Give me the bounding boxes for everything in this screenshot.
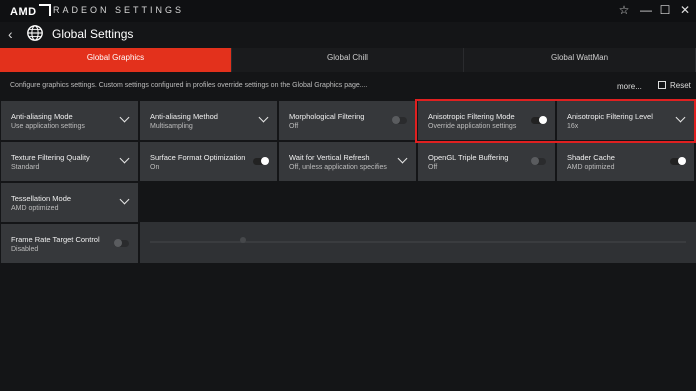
chevron-down-icon[interactable] — [397, 153, 408, 164]
reset-label: Reset — [670, 81, 691, 90]
frame-rate-slider[interactable] — [150, 241, 686, 243]
setting-label: Anti-aliasing Method — [150, 112, 218, 121]
setting-value: AMD optimized — [567, 164, 615, 171]
toggle-switch[interactable] — [253, 157, 269, 165]
setting-shader-cache[interactable]: Shader Cache AMD optimized — [557, 142, 694, 181]
setting-label: OpenGL Triple Buffering — [428, 153, 509, 162]
tab-global-graphics[interactable]: Global Graphics — [0, 48, 232, 72]
toggle-switch[interactable] — [114, 239, 129, 247]
setting-value: Standard — [11, 164, 40, 171]
star-icon[interactable]: ☆ — [616, 3, 632, 17]
close-icon[interactable]: ✕ — [677, 3, 693, 17]
maximize-icon[interactable]: ☐ — [657, 3, 673, 17]
setting-frame-rate-target-control[interactable]: Frame Rate Target Control Disabled — [1, 224, 138, 263]
globe-icon — [27, 25, 43, 41]
setting-morphological-filtering[interactable]: Morphological Filtering Off — [279, 101, 416, 140]
description-row: Configure graphics settings. Custom sett… — [0, 76, 696, 98]
setting-tessellation-mode[interactable]: Tessellation Mode AMD optimized — [1, 183, 138, 222]
setting-label: Shader Cache — [567, 153, 615, 162]
setting-value: Off — [428, 164, 438, 171]
chevron-down-icon[interactable] — [119, 112, 130, 123]
more-link[interactable]: more... — [617, 82, 642, 91]
page-title: Global Settings — [52, 27, 134, 41]
tab-global-wattman[interactable]: Global WattMan — [464, 48, 696, 72]
setting-value: Off, unless application specifies — [289, 164, 387, 171]
slider-handle[interactable] — [240, 237, 246, 243]
setting-label: Frame Rate Target Control — [11, 235, 100, 244]
setting-texture-filtering-quality[interactable]: Texture Filtering Quality Standard — [1, 142, 138, 181]
setting-label: Anti-aliasing Mode — [11, 112, 73, 121]
setting-wait-for-vertical-refresh[interactable]: Wait for Vertical Refresh Off, unless ap… — [279, 142, 416, 181]
toggle-switch[interactable] — [392, 116, 407, 124]
setting-label: Surface Format Optimization — [150, 153, 246, 162]
chevron-down-icon[interactable] — [258, 112, 269, 123]
minimize-icon[interactable]: — — [638, 3, 654, 17]
chevron-down-icon[interactable] — [119, 153, 130, 164]
page-header: ‹ Global Settings — [0, 22, 696, 48]
setting-value: Off — [289, 123, 299, 130]
reset-button[interactable]: Reset — [658, 81, 691, 90]
tab-bar: Global Graphics Global Chill Global Watt… — [0, 48, 696, 72]
frame-rate-slider-panel — [140, 222, 696, 263]
setting-label: Texture Filtering Quality — [11, 153, 90, 162]
setting-value: Disabled — [11, 246, 39, 253]
setting-label: Wait for Vertical Refresh — [289, 153, 370, 162]
setting-anti-aliasing-mode[interactable]: Anti-aliasing Mode Use application setti… — [1, 101, 138, 140]
title-bar: AMD RADEON SETTINGS ☆ — ☐ ✕ — [0, 0, 696, 22]
setting-opengl-triple-buffering[interactable]: OpenGL Triple Buffering Off — [418, 142, 555, 181]
setting-value: Multisampling — [150, 123, 193, 130]
back-arrow-icon[interactable]: ‹ — [8, 26, 13, 42]
setting-surface-format-optimization[interactable]: Surface Format Optimization On — [140, 142, 277, 181]
highlight-box — [415, 99, 696, 143]
reset-icon — [658, 81, 666, 89]
chevron-down-icon[interactable] — [119, 194, 130, 205]
toggle-switch[interactable] — [531, 157, 546, 165]
setting-value: On — [150, 164, 160, 171]
setting-label: Tessellation Mode — [11, 194, 72, 203]
amd-logo: AMD — [10, 4, 51, 18]
setting-value: Use application settings — [11, 123, 85, 130]
setting-anti-aliasing-method[interactable]: Anti-aliasing Method Multisampling — [140, 101, 277, 140]
app-name: RADEON SETTINGS — [53, 5, 185, 15]
toggle-switch[interactable] — [670, 157, 686, 165]
setting-label: Morphological Filtering — [289, 112, 365, 121]
page-description: Configure graphics settings. Custom sett… — [10, 82, 368, 89]
tab-global-chill[interactable]: Global Chill — [232, 48, 464, 72]
setting-value: AMD optimized — [11, 205, 59, 212]
